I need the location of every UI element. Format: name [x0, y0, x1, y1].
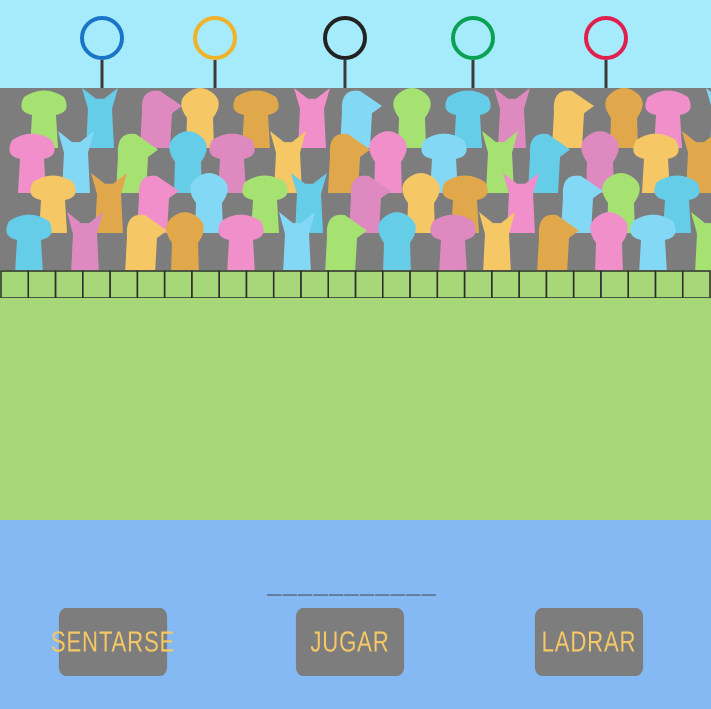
ring-icon — [584, 16, 628, 90]
dog-fan-icon — [378, 212, 416, 272]
dog-crowd-stands — [0, 88, 711, 272]
stadium-railing — [0, 270, 711, 299]
ring-icon — [80, 16, 124, 90]
dog-fan-icon — [590, 212, 628, 272]
ring-icon — [451, 16, 495, 90]
ring-icon — [323, 16, 367, 90]
ladrar-button-label: LADRAR — [541, 625, 637, 658]
ladrar-button[interactable]: LADRAR — [534, 608, 644, 676]
ring-icon — [193, 16, 237, 90]
jugar-button-label: JUGAR — [310, 625, 390, 658]
dog-fan-icon — [166, 212, 204, 272]
sentarse-button-label: SENTARSE — [50, 625, 176, 658]
grass-field — [0, 298, 711, 538]
jugar-button[interactable]: JUGAR — [295, 608, 405, 676]
sentarse-button[interactable]: SENTARSE — [51, 608, 174, 676]
answer-blank: ___________ — [267, 568, 437, 596]
ring-row — [80, 16, 628, 90]
